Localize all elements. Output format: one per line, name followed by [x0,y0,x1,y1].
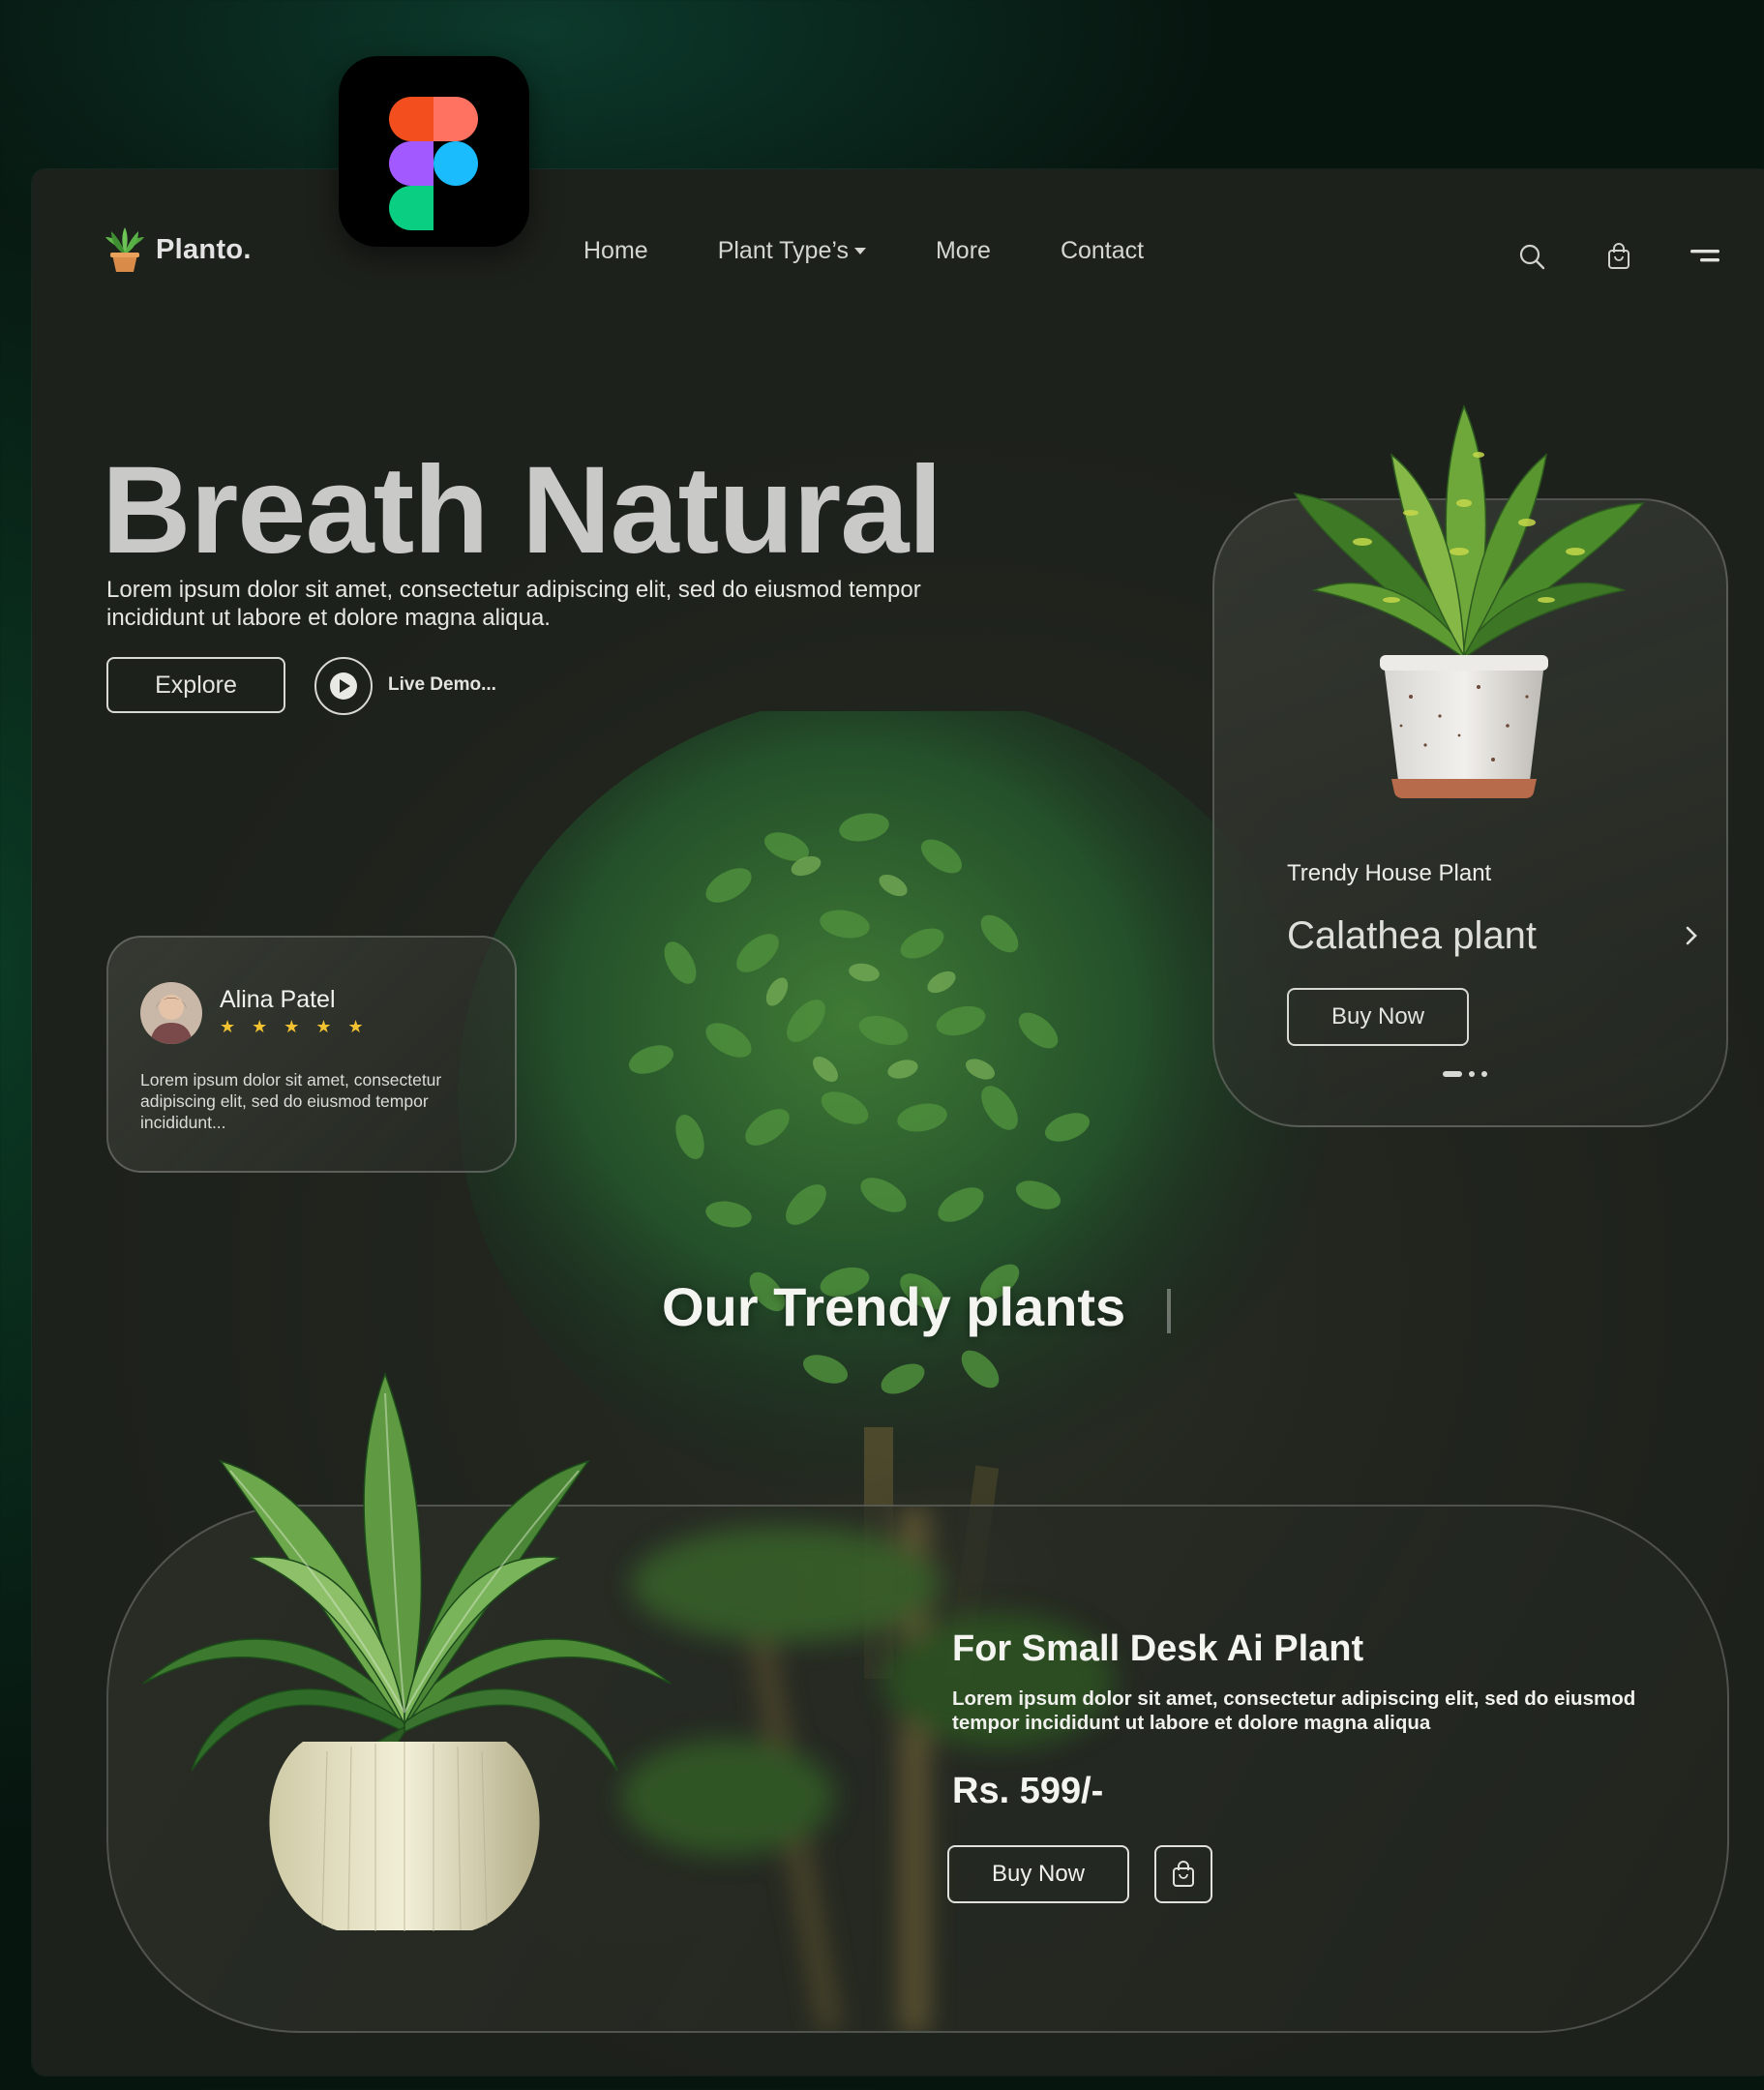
website-frame: Planto. Home Plant Type’s More Contact B… [32,169,1764,2075]
reviewer-avatar-image [140,982,202,1044]
calathea-plant-image [1293,403,1645,799]
brand-logo[interactable]: Planto. [104,225,252,274]
chevron-right-icon[interactable] [1677,921,1706,950]
featured-buy-button[interactable]: Buy Now [1287,988,1469,1046]
figma-logo-icon [339,56,529,247]
desk-product-description: Lorem ipsum dolor sit amet, consectetur … [952,1687,1636,1734]
section-title: Our Trendy plants [662,1276,1126,1337]
nav-contact[interactable]: Contact [1061,237,1144,265]
nav-plant-types[interactable]: Plant Type’s [718,237,866,265]
caret-down-icon [853,247,866,254]
product-title: Calathea plant [1287,914,1537,957]
explore-button[interactable]: Explore [106,657,285,713]
review-text: Lorem ipsum dolor sit amet, consectetur … [140,1070,442,1132]
search-button[interactable] [1512,237,1551,276]
desk-product-title: For Small Desk Ai Plant [952,1628,1364,1669]
menu-button[interactable] [1687,237,1725,276]
search-icon [1519,244,1545,270]
carousel-dot-3[interactable] [1481,1071,1487,1077]
hero-subtitle: Lorem ipsum dolor sit amet, consectetur … [106,577,921,631]
carousel-dot-1[interactable] [1443,1071,1462,1077]
add-to-cart-button[interactable] [1154,1845,1212,1903]
reviewer-name: Alina Patel [220,986,336,1013]
menu-icon [1690,250,1719,262]
text-cursor [1167,1289,1171,1333]
main-nav: Home Plant Type’s More Contact [583,237,1144,265]
header-actions [1512,237,1725,276]
star-rating: ★ ★ ★ ★ ★ [220,1017,370,1036]
brand-name: Planto. [156,233,252,265]
potted-plant-logo-icon [105,227,144,272]
product-tag: Trendy House Plant [1287,860,1492,886]
carousel-pagination [1443,1071,1487,1077]
review-card: Alina Patel ★ ★ ★ ★ ★ Lorem ipsum dolor … [106,936,517,1173]
desk-plant-image [142,1371,672,1931]
nav-home[interactable]: Home [583,237,648,265]
play-icon [330,672,357,700]
shopping-bag-icon [1608,243,1629,269]
carousel-dot-2[interactable] [1469,1071,1475,1077]
nav-more[interactable]: More [936,237,991,265]
nav-plant-types-label: Plant Type’s [717,237,849,264]
avatar [140,982,202,1044]
play-demo-button[interactable] [314,657,373,715]
desk-product-price: Rs. 599/- [952,1771,1104,1811]
hero-title: Breath Natural [102,441,942,580]
live-demo-link[interactable]: Live Demo... [388,674,496,696]
shopping-bag-icon [1173,1861,1194,1887]
desk-buy-button[interactable]: Buy Now [947,1845,1129,1903]
cart-button[interactable] [1600,237,1638,276]
